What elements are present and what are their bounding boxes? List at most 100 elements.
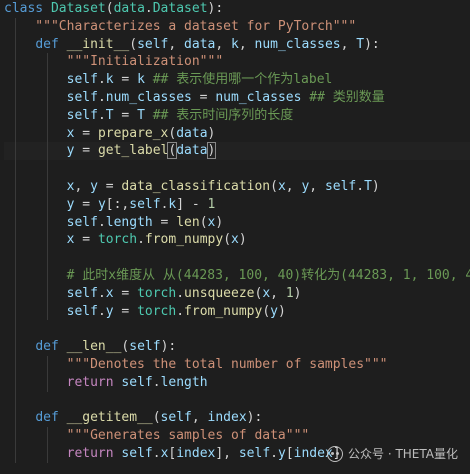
code-line[interactable]: def __len__(self): — [4, 338, 470, 356]
code-line[interactable]: """Denotes the total number of samples""… — [4, 355, 470, 374]
code-token: . — [137, 232, 145, 248]
code-line[interactable] — [4, 320, 470, 339]
indent-guide — [15, 142, 16, 161]
code-line[interactable]: def __init__(self, data, k, num_classes,… — [4, 35, 470, 54]
code-token: self — [324, 178, 357, 194]
code-line[interactable]: self.T = T ## 表示时间序列的长度 — [4, 106, 470, 125]
indent-guide — [47, 355, 48, 374]
code-line[interactable]: """Characterizes a dataset for PyTorch""… — [4, 17, 470, 36]
code-token: self — [66, 214, 98, 230]
code-line[interactable] — [4, 391, 470, 410]
indent-guide — [47, 124, 48, 143]
indent-guide — [15, 17, 16, 36]
code-line[interactable]: y = y[:,self.k] - 1 — [4, 195, 470, 214]
code-line[interactable]: self.y = torch.from_numpy(y) — [4, 302, 470, 321]
code-line[interactable]: self.x = torch.unsqueeze(x, 1) — [4, 284, 470, 303]
code-line[interactable]: x, y = data_classification(x, y, self.T) — [4, 177, 470, 196]
code-token: ): — [246, 410, 263, 426]
indent-guide — [15, 124, 16, 143]
code-line[interactable]: """Initialization""" — [4, 53, 470, 72]
code-token: ) — [371, 178, 380, 194]
code-line[interactable]: return self.length — [4, 373, 470, 392]
code-line[interactable]: self.length = len(x) — [4, 213, 470, 232]
code-token: data — [184, 36, 216, 52]
code-token: self — [66, 72, 98, 88]
indent-guide — [47, 373, 48, 392]
code-token: def — [35, 339, 67, 355]
indent-guide — [47, 427, 48, 445]
code-token: = — [74, 125, 98, 141]
code-token: ) — [206, 142, 217, 160]
code-lines[interactable]: class Dataset(data.Dataset): """Characte… — [4, 0, 470, 463]
code-token: ( — [270, 178, 278, 194]
code-token: self — [238, 445, 271, 461]
code-token: # 此时x维度从 从(44283, 100, 40)转化为(44283, 1, … — [66, 267, 470, 283]
code-token: = — [74, 143, 98, 159]
code-line[interactable]: def __getitem__(self, index): — [4, 409, 470, 428]
indent-guide — [15, 355, 16, 374]
indent-guide — [47, 195, 48, 214]
code-token: ) — [277, 303, 286, 319]
code-token: unsqueeze — [184, 285, 255, 301]
code-token: . — [152, 445, 161, 461]
code-token: . — [97, 72, 106, 88]
code-token: ): — [160, 339, 177, 355]
code-token: , — [270, 285, 286, 301]
code-token: ], — [215, 445, 239, 461]
code-line[interactable]: x = prepare_x(data) — [4, 124, 470, 143]
code-token: , — [168, 36, 185, 52]
code-line[interactable]: self.num_classes = num_classes ## 类别数量 — [4, 88, 470, 107]
code-token: return — [66, 374, 122, 390]
code-line[interactable]: x = torch.from_numpy(x) — [4, 231, 470, 250]
code-token: self — [121, 445, 153, 461]
code-line[interactable]: # 此时x维度从 从(44283, 100, 40)转化为(44283, 1, … — [4, 266, 470, 285]
indent-guide — [47, 142, 48, 161]
code-token: k — [231, 36, 239, 52]
indent-guide — [15, 338, 16, 356]
code-editor[interactable]: class Dataset(data.Dataset): """Characte… — [0, 0, 470, 474]
code-token: self — [66, 285, 98, 301]
wechat-icon — [327, 445, 343, 462]
code-token: . — [356, 178, 365, 194]
code-token: , — [74, 178, 91, 194]
code-line[interactable]: class Dataset(data.Dataset): — [4, 0, 470, 18]
code-token: = — [74, 196, 98, 212]
code-token: , — [309, 178, 325, 194]
code-token: ( — [262, 303, 271, 319]
code-token: class — [4, 1, 51, 16]
code-token: from_numpy — [144, 232, 224, 248]
code-token: self — [66, 107, 98, 123]
code-token: = — [113, 107, 138, 123]
code-token: = — [97, 178, 122, 194]
code-line[interactable]: self.k = k ## 表示使用哪一个作为label — [4, 71, 470, 89]
code-token: ] - — [176, 196, 208, 212]
code-token: k — [137, 72, 145, 88]
code-token: self — [66, 89, 98, 105]
code-token: self — [129, 196, 161, 212]
indent-guide — [15, 302, 16, 321]
indent-guide — [15, 444, 16, 463]
code-line[interactable]: y = get_label(data) — [4, 142, 470, 161]
code-token: . — [152, 374, 161, 390]
code-token: . — [97, 89, 106, 105]
code-token: self — [66, 303, 98, 319]
code-line[interactable] — [4, 160, 470, 178]
code-line[interactable]: """Generates samples of data""" — [4, 427, 470, 445]
indent-guide — [15, 195, 16, 214]
code-line[interactable] — [4, 249, 470, 267]
code-token: data — [176, 143, 208, 159]
code-token: T — [356, 36, 365, 52]
code-token: Dataset — [50, 1, 106, 16]
code-token: __len__ — [66, 339, 122, 355]
code-token: ) — [215, 214, 224, 230]
indent-guide — [47, 88, 48, 107]
indent-guide — [15, 53, 16, 72]
indent-guide — [47, 53, 48, 72]
code-token: y — [277, 445, 286, 461]
indent-guide — [15, 88, 16, 107]
code-token: num_classes — [254, 36, 341, 52]
